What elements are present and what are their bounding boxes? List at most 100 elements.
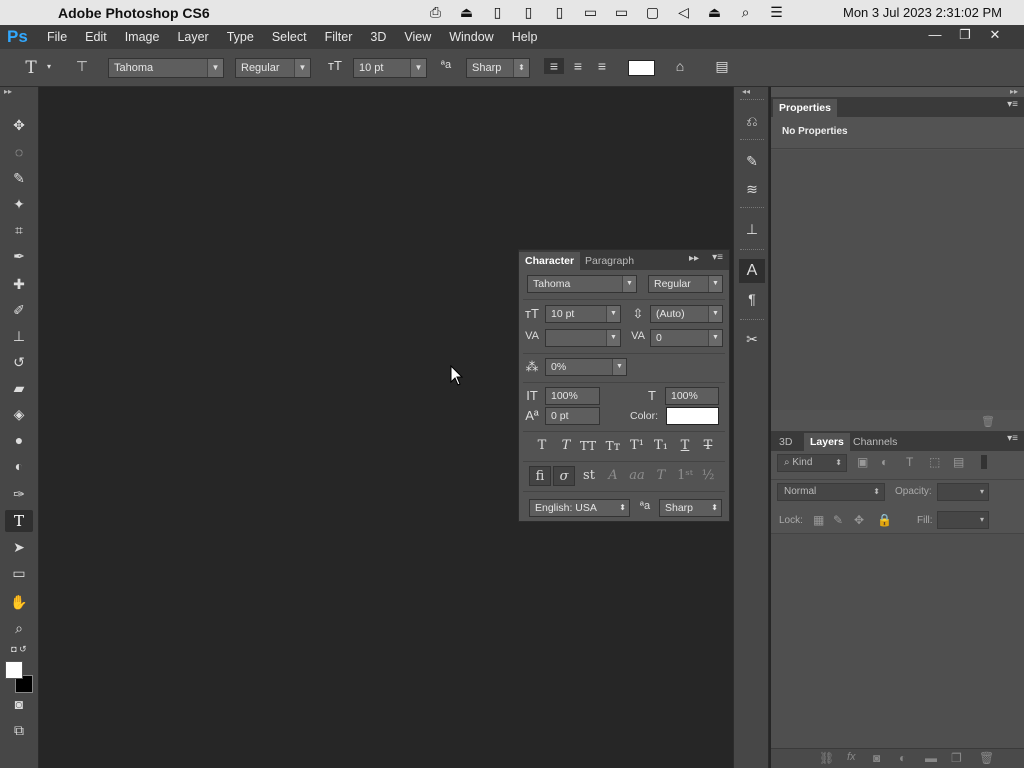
swash-icon[interactable]: A xyxy=(602,466,624,486)
paragraph-panel-icon[interactable]: ¶ xyxy=(739,287,765,311)
lasso-tool-icon[interactable]: ✎ xyxy=(5,167,33,189)
menu-image[interactable]: Image xyxy=(116,30,169,44)
menu-3d[interactable]: 3D xyxy=(361,30,395,44)
chevron-down-icon[interactable]: ▾ xyxy=(44,62,54,71)
healing-brush-tool-icon[interactable]: ✚ xyxy=(5,273,33,295)
panel-menu-icon[interactable]: ▾≡ xyxy=(1007,99,1018,110)
app-icon[interactable]: ⎙ xyxy=(420,4,451,21)
panel-menu-icon[interactable]: ▾≡ xyxy=(712,252,723,263)
history-brush-tool-icon[interactable]: ↺ xyxy=(5,351,33,373)
lock-all-icon[interactable]: 🔒 xyxy=(877,513,892,527)
hand-tool-icon[interactable]: ✋ xyxy=(5,591,33,613)
magic-wand-tool-icon[interactable]: ✦ xyxy=(5,193,33,215)
toggle-orientation-icon[interactable]: ⊤ xyxy=(72,58,92,75)
link-layers-icon[interactable]: ⛓ xyxy=(819,751,834,765)
align-right-icon[interactable]: ≡ xyxy=(592,58,612,74)
layers-list[interactable] xyxy=(771,534,1024,748)
menu-layer[interactable]: Layer xyxy=(168,30,217,44)
char-kerning-select[interactable]: ▼ xyxy=(545,329,621,347)
strikethrough-icon[interactable]: T xyxy=(697,436,719,456)
strip-grip[interactable] xyxy=(740,249,764,252)
font-family-select[interactable]: Tahoma ▼ xyxy=(108,58,224,78)
mute-icon[interactable]: ◁ xyxy=(668,4,699,21)
char-size-select[interactable]: 10 pt ▼ xyxy=(545,305,621,323)
tab-properties[interactable]: Properties xyxy=(773,99,837,117)
brush-icon[interactable]: ≋ xyxy=(739,177,765,201)
language-select[interactable]: English: USA ⬍ xyxy=(529,499,630,517)
font-style-select[interactable]: Regular ▼ xyxy=(235,58,311,78)
panels-toggle-icon[interactable]: ▤ xyxy=(712,58,732,75)
ordinals-icon[interactable]: 1ˢᵗ xyxy=(674,466,696,486)
adjustment-layer-icon[interactable]: ◐ xyxy=(899,751,906,765)
layer-style-icon[interactable]: fx xyxy=(847,751,856,763)
align-center-icon[interactable]: ≡ xyxy=(568,58,588,74)
spotlight-icon[interactable]: ⌕ xyxy=(730,4,761,21)
filter-shape-icon[interactable]: ⬚ xyxy=(929,455,940,469)
align-left-icon[interactable]: ≡ xyxy=(544,58,564,74)
menu-type[interactable]: Type xyxy=(218,30,263,44)
menu-edit[interactable]: Edit xyxy=(76,30,116,44)
layer-mask-icon[interactable]: ◙ xyxy=(873,751,880,765)
contextual-alternates-icon[interactable]: σ xyxy=(553,466,575,486)
strip-grip[interactable] xyxy=(740,99,764,102)
display-icon[interactable]: ▭ xyxy=(606,4,637,21)
quick-mask-icon[interactable]: ◙ xyxy=(5,693,33,715)
collapse-panels-icon[interactable]: ▸▸ xyxy=(1010,87,1018,96)
clone-stamp-tool-icon[interactable]: ⊥ xyxy=(5,325,33,347)
menu-file[interactable]: File xyxy=(38,30,76,44)
text-color-swatch[interactable] xyxy=(628,60,655,76)
standard-ligatures-icon[interactable]: fi xyxy=(529,466,551,486)
filter-pixel-icon[interactable]: ▣ xyxy=(857,455,868,469)
paint-bucket-tool-icon[interactable]: ◈ xyxy=(5,403,33,425)
collapse-panel-icon[interactable]: ▸▸ xyxy=(689,253,699,264)
char-font-family-select[interactable]: Tahoma ▼ xyxy=(527,275,637,293)
tab-character[interactable]: Character xyxy=(519,252,581,270)
small-caps-icon[interactable]: Tт xyxy=(602,436,624,456)
screen-mode-icon[interactable]: ⧉ xyxy=(5,719,33,741)
char-color-swatch[interactable] xyxy=(666,407,719,425)
strip-grip[interactable] xyxy=(740,319,764,322)
stylistic-alternates-icon[interactable]: aa xyxy=(626,466,648,486)
char-antialias-select[interactable]: Sharp ⬍ xyxy=(659,499,722,517)
battery-icon[interactable]: ▭ xyxy=(575,4,606,21)
path-selection-tool-icon[interactable]: ➤ xyxy=(5,536,33,558)
type-tool-preset-icon[interactable]: T xyxy=(20,58,42,78)
char-font-style-select[interactable]: Regular ▼ xyxy=(648,275,723,293)
pen-tool-icon[interactable]: ✑ xyxy=(5,483,33,505)
cpu-icon[interactable]: ▯ xyxy=(544,4,575,21)
char-hscale-input[interactable]: 100% xyxy=(665,387,719,405)
subscript-icon[interactable]: T₁ xyxy=(650,436,672,456)
clone-source-icon[interactable]: ⊥ xyxy=(739,217,765,241)
underline-icon[interactable]: T xyxy=(674,436,696,456)
monitor-icon[interactable]: ▢ xyxy=(637,4,668,21)
close-icon[interactable]: ✕ xyxy=(980,27,1010,43)
marquee-tool-icon[interactable]: ◌ xyxy=(5,141,33,163)
menu-filter[interactable]: Filter xyxy=(316,30,362,44)
minimize-icon[interactable]: — xyxy=(920,27,950,43)
lock-pixels-icon[interactable]: ✎ xyxy=(833,513,843,527)
char-leading-select[interactable]: (Auto) ▼ xyxy=(650,305,723,323)
tool-presets-icon[interactable]: ✂ xyxy=(739,327,765,351)
filter-type-icon[interactable]: T xyxy=(906,455,913,469)
new-layer-icon[interactable]: ❐ xyxy=(951,751,962,765)
brush-tool-icon[interactable]: ✐ xyxy=(5,299,33,321)
blur-tool-icon[interactable]: ● xyxy=(5,429,33,451)
lock-transparent-icon[interactable]: ▦ xyxy=(813,513,824,527)
faux-bold-icon[interactable]: T xyxy=(531,436,553,456)
char-tsume-select[interactable]: 0% ▼ xyxy=(545,358,627,376)
tab-channels[interactable]: Channels xyxy=(847,433,903,451)
swap-colors-icon[interactable]: ◘ ↺ xyxy=(5,643,33,655)
titling-alternates-icon[interactable]: T xyxy=(650,466,672,486)
fill-input[interactable]: ▾ xyxy=(937,511,989,529)
superscript-icon[interactable]: T¹ xyxy=(626,436,648,456)
brush-presets-icon[interactable]: ✎ xyxy=(739,149,765,173)
expand-panels-icon[interactable]: ◂◂ xyxy=(742,87,750,96)
discretionary-ligatures-icon[interactable]: st xyxy=(578,466,600,486)
font-size-select[interactable]: 10 pt ▼ xyxy=(353,58,427,78)
zoom-tool-icon[interactable]: ⌕ xyxy=(5,617,33,639)
filter-adjustment-icon[interactable]: ◐ xyxy=(881,455,888,469)
filter-toggle[interactable] xyxy=(981,455,987,469)
eraser-tool-icon[interactable]: ▰ xyxy=(5,377,33,399)
dodge-tool-icon[interactable]: ◐ xyxy=(5,455,33,477)
tab-paragraph[interactable]: Paragraph xyxy=(579,252,640,270)
